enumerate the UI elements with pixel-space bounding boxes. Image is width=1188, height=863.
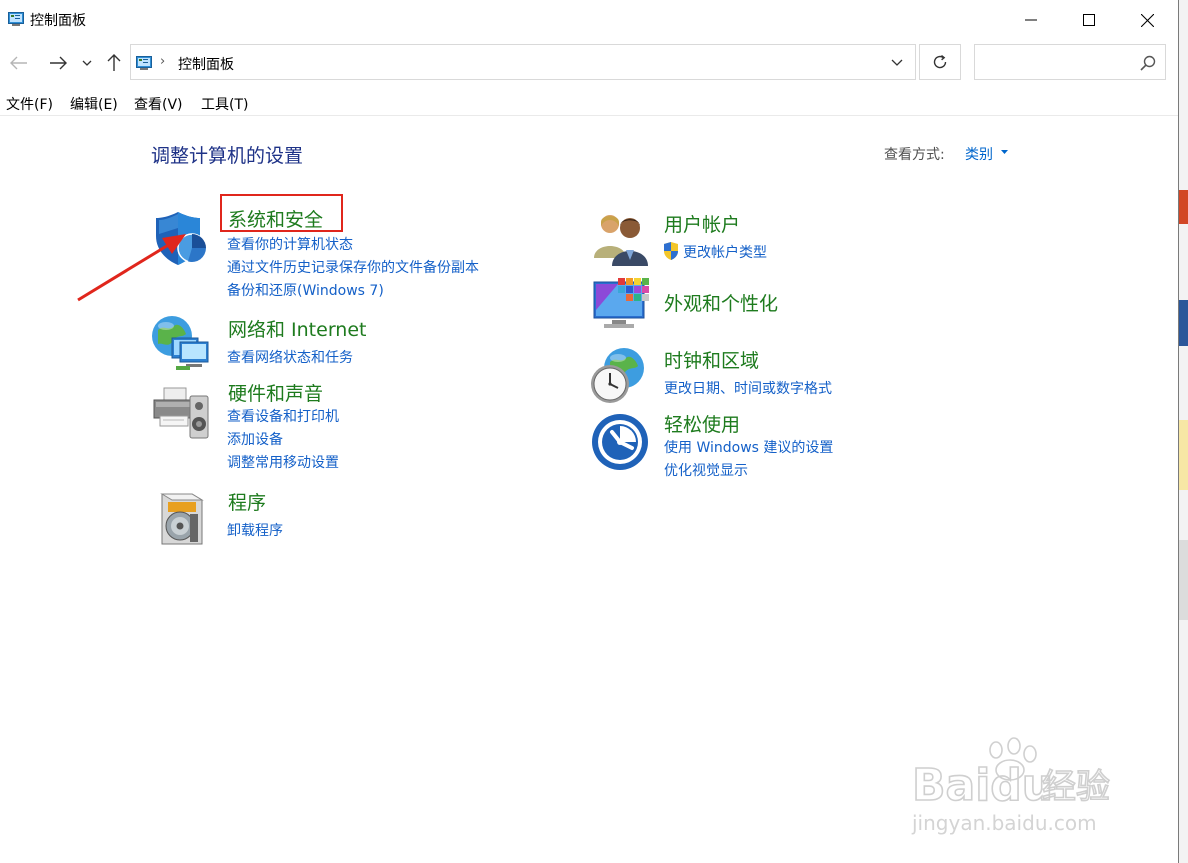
search-input[interactable] bbox=[981, 51, 1135, 75]
maximize-icon bbox=[1083, 14, 1095, 26]
up-button[interactable] bbox=[103, 52, 125, 74]
navigation-bar: › 控制面板 bbox=[0, 40, 1178, 88]
link-change-date-time-format[interactable]: 更改日期、时间或数字格式 bbox=[664, 378, 832, 398]
category-programs[interactable]: 程序 bbox=[228, 488, 266, 515]
highlight-rectangle bbox=[220, 194, 343, 232]
control-panel-icon bbox=[136, 56, 152, 70]
category-clock-region[interactable]: 时钟和区域 bbox=[664, 346, 759, 373]
back-button[interactable] bbox=[8, 52, 30, 74]
link-add-device[interactable]: 添加设备 bbox=[227, 429, 283, 449]
link-uninstall-program[interactable]: 卸载程序 bbox=[227, 520, 283, 540]
minimize-button[interactable] bbox=[1002, 0, 1060, 40]
search-icon[interactable] bbox=[1139, 54, 1157, 72]
category-appearance-personalization[interactable]: 外观和个性化 bbox=[664, 289, 778, 316]
chevron-down-icon bbox=[82, 60, 92, 66]
menu-view[interactable]: 查看(V) bbox=[134, 94, 183, 114]
users-icon[interactable] bbox=[590, 208, 650, 268]
link-change-account-type[interactable]: 更改帐户类型 bbox=[683, 242, 767, 262]
file-icon bbox=[1179, 420, 1188, 490]
network-globe-icon[interactable] bbox=[150, 312, 210, 372]
menu-divider bbox=[0, 115, 1178, 116]
watermark-suffix: 经验 bbox=[1042, 767, 1110, 807]
back-arrow-icon bbox=[10, 56, 27, 70]
search-box[interactable] bbox=[974, 44, 1166, 80]
printer-speaker-icon[interactable] bbox=[150, 380, 210, 440]
clock-globe-icon[interactable] bbox=[588, 346, 648, 406]
up-arrow-icon bbox=[107, 54, 121, 71]
link-backup-restore[interactable]: 备份和还原(Windows 7) bbox=[227, 280, 384, 300]
watermark-url: jingyan.baidu.com bbox=[911, 811, 1097, 835]
ease-of-access-icon[interactable] bbox=[590, 412, 650, 472]
chevron-down-icon bbox=[891, 59, 903, 66]
programs-disc-icon[interactable] bbox=[154, 488, 214, 548]
view-by-label: 查看方式: bbox=[884, 147, 945, 163]
monitor-palette-icon[interactable] bbox=[592, 276, 652, 336]
menu-bar: 文件(F) 编辑(E) 查看(V) 工具(T) bbox=[0, 92, 1178, 114]
refresh-button[interactable] bbox=[919, 44, 961, 80]
address-bar[interactable]: › 控制面板 bbox=[130, 44, 916, 80]
address-dropdown-button[interactable] bbox=[887, 53, 907, 73]
menu-edit[interactable]: 编辑(E) bbox=[70, 94, 118, 114]
close-icon bbox=[1140, 13, 1154, 27]
minimize-icon bbox=[1025, 19, 1037, 21]
menu-tools[interactable]: 工具(T) bbox=[201, 94, 248, 114]
category-hardware-sound[interactable]: 硬件和声音 bbox=[228, 379, 323, 406]
menu-file[interactable]: 文件(F) bbox=[6, 94, 53, 114]
control-panel-window: 控制面板 › 控制面板 文件(F) 编辑(E) 查看(V) 工具(T) 调整计算… bbox=[0, 0, 1179, 863]
adjacent-window-strip bbox=[1179, 0, 1188, 863]
baidu-watermark: Baidu 经验 jingyan.baidu.com bbox=[911, 737, 1111, 835]
view-by-dropdown[interactable]: 类别 bbox=[965, 144, 993, 164]
page-title: 调整计算机的设置 bbox=[151, 145, 304, 167]
breadcrumb-separator[interactable]: › bbox=[160, 54, 165, 69]
category-network-internet[interactable]: 网络和 Internet bbox=[228, 315, 366, 342]
link-optimize-visual-display[interactable]: 优化视觉显示 bbox=[664, 460, 748, 480]
file-icon bbox=[1179, 540, 1188, 620]
maximize-button[interactable] bbox=[1060, 0, 1118, 40]
word-icon bbox=[1179, 300, 1188, 346]
link-recommended-settings[interactable]: 使用 Windows 建议的设置 bbox=[664, 437, 833, 457]
breadcrumb-control-panel[interactable]: 控制面板 bbox=[178, 54, 234, 74]
link-file-history-backup[interactable]: 通过文件历史记录保存你的文件备份副本 bbox=[227, 257, 479, 277]
forward-button[interactable] bbox=[47, 52, 69, 74]
annotation-arrow-icon bbox=[77, 234, 186, 302]
window-title: 控制面板 bbox=[30, 13, 86, 29]
close-button[interactable] bbox=[1118, 0, 1176, 40]
refresh-icon bbox=[933, 54, 947, 69]
link-network-status[interactable]: 查看网络状态和任务 bbox=[227, 347, 353, 367]
control-panel-icon bbox=[8, 12, 24, 26]
recent-locations-button[interactable] bbox=[78, 52, 96, 74]
category-ease-of-access[interactable]: 轻松使用 bbox=[664, 410, 740, 437]
category-user-accounts[interactable]: 用户帐户 bbox=[664, 210, 740, 237]
link-mobility-settings[interactable]: 调整常用移动设置 bbox=[227, 452, 339, 472]
uac-shield-icon bbox=[664, 242, 678, 260]
forward-arrow-icon bbox=[50, 56, 67, 70]
dropdown-arrow-icon[interactable] bbox=[1000, 149, 1009, 155]
powerpoint-icon bbox=[1179, 190, 1188, 224]
link-devices-printers[interactable]: 查看设备和打印机 bbox=[227, 406, 339, 426]
title-bar[interactable]: 控制面板 bbox=[0, 0, 1178, 40]
watermark-brand: Baidu bbox=[912, 760, 1053, 811]
link-check-computer-status[interactable]: 查看你的计算机状态 bbox=[227, 234, 353, 254]
